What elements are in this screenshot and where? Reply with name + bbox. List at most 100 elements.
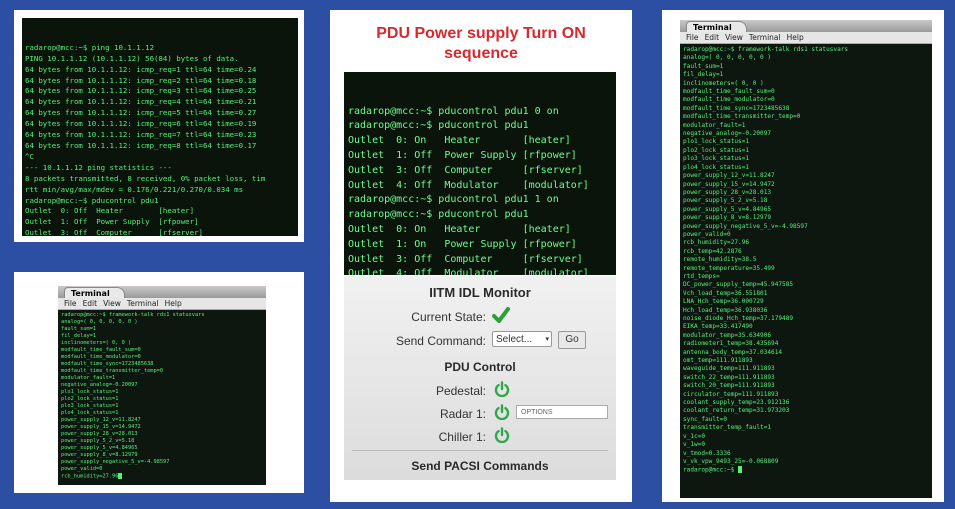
pdu-sequence-title: PDU Power supply Turn ON sequence <box>376 25 586 62</box>
menu-item-edit[interactable]: Edit <box>705 33 720 42</box>
terminal-line: coolant_supply_temp=23.912136 <box>683 399 790 407</box>
check-icon <box>492 307 510 328</box>
terminal-line: switch_22_temp=111.911893 <box>683 373 775 381</box>
terminal-line: Outlet 3: Off Computer [rfserver] <box>25 228 203 236</box>
large-terminal-menubar: File Edit View Terminal Help <box>680 32 932 44</box>
terminal-line: radarop@mcc:~$ pducontrol pdu1 <box>348 209 529 221</box>
menu-item-terminal[interactable]: Terminal <box>127 299 159 308</box>
terminal-line: modulator_temp=35.634906 <box>683 331 772 339</box>
ping-terminal-screen[interactable]: radarop@mcc:~$ ping 10.1.1.12 PING 10.1.1… <box>22 18 298 236</box>
terminal-line: Outlet 4: Off Modulator [modulator] <box>348 268 589 275</box>
terminal-line: power_supply_negative_5_v=-4.98597 <box>61 459 170 465</box>
menu-item-help[interactable]: Help <box>165 299 182 308</box>
terminal-cursor <box>118 473 123 479</box>
terminal-line: Outlet 3: Off Computer [rfserver] <box>348 164 583 176</box>
menu-item-view[interactable]: View <box>103 299 121 308</box>
menu-item-help[interactable]: Help <box>787 33 804 42</box>
terminal-line: modulator_fault=1 <box>61 375 116 381</box>
menu-item-edit[interactable]: Edit <box>83 299 98 308</box>
command-select-value: Select... <box>496 334 533 345</box>
terminal-prompt-line: radarop@mcc:~$ <box>683 466 848 475</box>
large-terminal-window[interactable]: Terminal File Edit View Terminal Help radaro… <box>680 20 932 498</box>
terminal-line: negative_analog=-0.20097 <box>683 130 772 138</box>
terminal-line: fault_sum=1 <box>683 62 724 70</box>
terminal-line: Outlet 0: Off Heater [heater] <box>25 206 195 216</box>
chiller-label: Chiller 1: <box>438 430 486 444</box>
terminal-line: power_supply_5_v=4.84965 <box>61 445 138 451</box>
chevron-down-icon: ▾ <box>545 336 549 343</box>
terminal-line: modfault_time_sync=1723485638 <box>683 104 790 112</box>
pedestal-power-icon[interactable] <box>494 381 510 402</box>
terminal-line: radarop@mcc:~$ pducontrol pdu1 0 on <box>348 105 559 117</box>
menu-item-file[interactable]: File <box>686 33 699 42</box>
terminal-prompt: radarop@mcc:~$ <box>683 466 739 474</box>
terminal-line: fil_delay=1 <box>61 333 97 339</box>
terminal-line: analog=( 0, 0, 0, 0, 0 ) <box>683 54 772 62</box>
send-command-label: Send Command: <box>395 334 486 348</box>
pdu-terminal-output: radarop@mcc:~$ pducontrol pdu1 0 on radar… <box>348 105 616 275</box>
terminal-line: modfault_time_fault_sum=0 <box>683 88 775 96</box>
terminal-line: power_supply_8_v=8.12979 <box>61 452 138 458</box>
pedestal-label: Pedestal: <box>435 384 486 398</box>
terminal-line: modfault_time_transmitter_temp=0 <box>683 113 801 121</box>
terminal-line: Outlet 1: On Power Supply [rfpower] <box>348 238 577 250</box>
terminal-line: 64 bytes from 10.1.1.12: icmp_req=6 ttl=… <box>25 119 257 129</box>
terminal-line: switch_20_temp=111.911893 <box>683 382 775 390</box>
terminal-line: 8 packets transmitted, 8 received, 0% pa… <box>25 173 266 183</box>
pdu-terminal-screen[interactable]: radarop@mcc:~$ pducontrol pdu1 0 on radar… <box>344 72 616 275</box>
panel-statusvars-large: Terminal File Edit View Terminal Help radaro… <box>662 10 944 502</box>
panel-ping-terminal: radarop@mcc:~$ ping 10.1.1.12 PING 10.1.1… <box>14 10 304 242</box>
terminal-line: --- 10.1.1.12 ping statistics --- <box>25 162 172 172</box>
terminal-line: analog=( 0, 0, 0, 0, 0 ) <box>61 319 138 325</box>
terminal-line: modulator_fault=1 <box>683 121 746 129</box>
terminal-line: rtd_temps= <box>683 272 720 280</box>
terminal-line: remote_humidity=38.5 <box>683 256 757 264</box>
terminal-line: omt_temp=111.911893 <box>683 357 753 365</box>
menu-item-file[interactable]: File <box>64 299 77 308</box>
terminal-line: 64 bytes from 10.1.1.12: icmp_req=8 ttl=… <box>25 140 257 150</box>
terminal-line: 64 bytes from 10.1.1.12: icmp_req=3 ttl=… <box>25 86 257 96</box>
terminal-line: ^C <box>25 151 34 161</box>
go-button[interactable]: Go <box>558 331 586 349</box>
terminal-line: radarop@mcc:~$ framework-talk rds1 statu… <box>683 46 849 53</box>
terminal-line: power_supply_5_2_v=5.18 <box>683 197 768 205</box>
terminal-line: sync_fault=0 <box>683 415 728 423</box>
terminal-line: v_vk_vpw_9493_25=-0.068809 <box>683 457 779 465</box>
radar-label: Radar 1: <box>439 407 486 421</box>
chiller-power-icon[interactable] <box>494 427 510 448</box>
menu-item-terminal[interactable]: Terminal <box>749 33 781 42</box>
terminal-prompt: rcb_humidity=27.96 <box>61 473 119 480</box>
terminal-line: modfault_time_modulator=0 <box>683 96 775 104</box>
terminal-cursor <box>738 466 743 474</box>
terminal-line: v_tmod=0.3336 <box>683 449 731 457</box>
terminal-line: power_supply_negative_5_v=-4.98597 <box>683 222 808 230</box>
terminal-line: power_valid=0 <box>683 230 731 238</box>
terminal-line: Hch_load_temp=36.938036 <box>683 306 768 314</box>
command-select[interactable]: Select... ▾ <box>492 331 552 347</box>
terminal-line: power_supply_15_v=14.9472 <box>61 424 141 430</box>
pacsi-divider <box>352 450 608 451</box>
terminal-line: inclinometers=( 0, 0 ) <box>683 79 764 87</box>
small-terminal-output: radarop@mcc:~$ framework-talk rds1 statu… <box>61 312 205 481</box>
terminal-line: radarop@mcc:~$ pducontrol pdu1 <box>348 120 529 132</box>
radar-options-label: OPTIONS <box>521 409 553 416</box>
menu-item-view[interactable]: View <box>725 33 743 42</box>
small-terminal-menubar: File Edit View Terminal Help <box>58 298 266 310</box>
terminal-line: plo3_lock_status=1 <box>683 155 750 163</box>
terminal-line: waveguide_temp=111.911893 <box>683 365 775 373</box>
radar-power-icon[interactable] <box>494 404 510 425</box>
terminal-line: radarop@mcc:~$ pducontrol pdu1 1 on <box>348 194 559 206</box>
terminal-line: Outlet 1: Off Power Supply [rfpower] <box>348 149 577 161</box>
terminal-line: plo3_lock_status=1 <box>61 403 119 409</box>
small-terminal-window[interactable]: Terminal File Edit View Terminal Help radaro… <box>58 286 266 485</box>
terminal-line: DC_power_supply_temp=45.947585 <box>683 281 794 289</box>
terminal-line: plo4_lock_status=1 <box>683 163 750 171</box>
terminal-line: power_valid=0 <box>61 466 103 472</box>
terminal-line: PING 10.1.1.12 (10.1.1.12) 56(84) bytes … <box>25 53 239 63</box>
terminal-line: modfault_time_modulator=0 <box>61 354 141 360</box>
terminal-line: fil_delay=1 <box>683 71 724 79</box>
radar-options-select[interactable]: OPTIONS <box>516 405 608 419</box>
idl-monitor-screen: IITM IDL Monitor Current State: Send Com… <box>344 276 616 480</box>
terminal-line: Outlet 3: Off Computer [rfserver] <box>348 253 583 265</box>
terminal-line: modfault_time_fault_sum=0 <box>61 347 141 353</box>
